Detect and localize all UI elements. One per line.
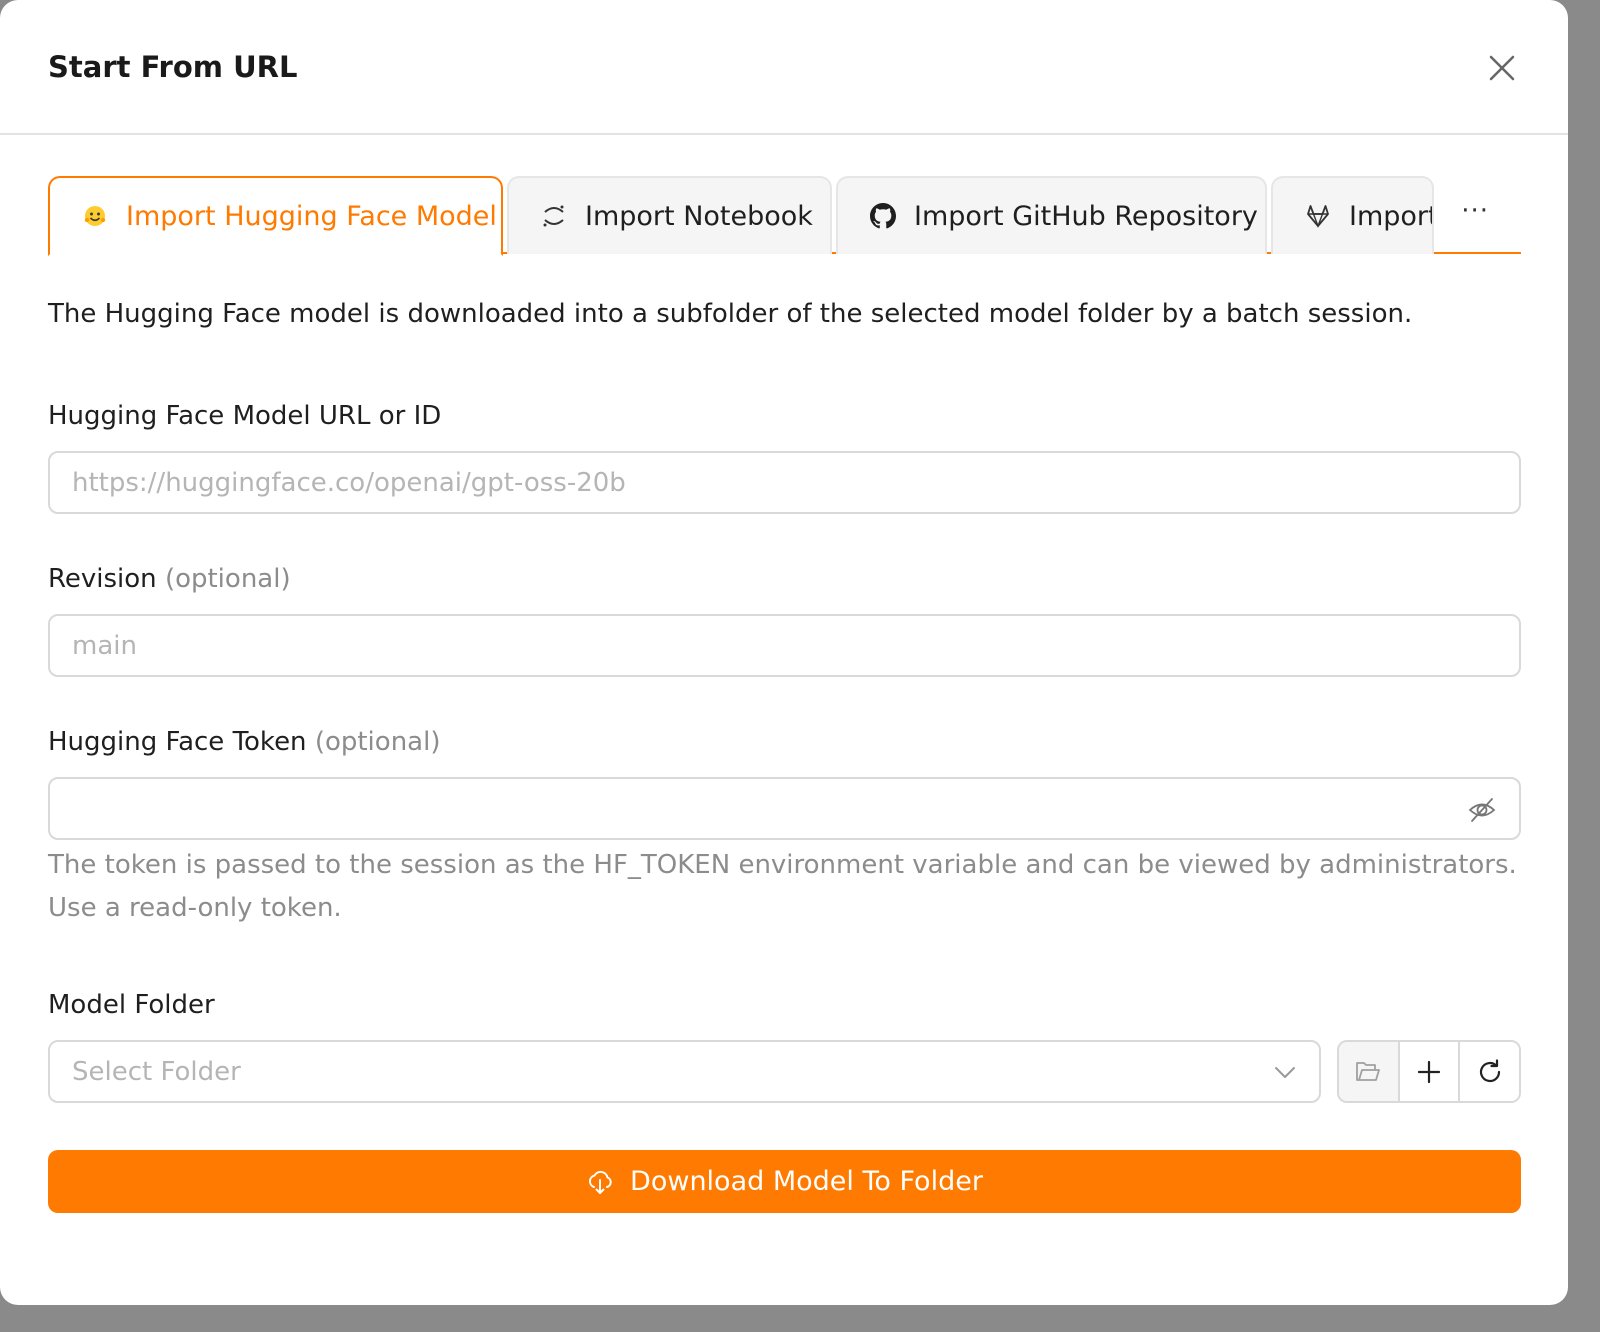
token-label: Hugging Face Token (optional): [48, 727, 1521, 757]
folder-actions: [1337, 1040, 1521, 1103]
model-folder-placeholder: Select Folder: [72, 1056, 241, 1087]
revision-label-text: Revision: [48, 564, 157, 594]
description-text: The Hugging Face model is downloaded int…: [48, 299, 1413, 329]
eye-invisible-icon[interactable]: [1467, 795, 1497, 832]
tab-label: Import Hugging Face Model: [126, 200, 497, 232]
download-model-button[interactable]: Download Model To Folder: [48, 1150, 1521, 1213]
revision-placeholder: main: [72, 630, 137, 661]
revision-label: Revision (optional): [48, 564, 1521, 594]
close-button[interactable]: [1484, 50, 1520, 86]
browse-folder-button[interactable]: [1339, 1042, 1400, 1101]
dialog-title: Start From URL: [48, 50, 298, 84]
token-input[interactable]: [48, 777, 1521, 840]
chevron-down-icon: [1273, 1060, 1297, 1091]
tab-import-github-repository[interactable]: Import GitHub Repository: [836, 176, 1267, 254]
close-icon: [1489, 55, 1515, 81]
dialog-body: Import Hugging Face Model Import Noteboo…: [48, 135, 1521, 1213]
plus-icon: [1417, 1060, 1441, 1083]
cloud-download-icon: [586, 1168, 614, 1196]
token-label-text: Hugging Face Token: [48, 727, 307, 757]
token-help-text: The token is passed to the session as th…: [48, 850, 1517, 923]
model-url-label: Hugging Face Model URL or ID: [48, 401, 1521, 431]
tab-import-gitlab[interactable]: Import: [1271, 176, 1434, 254]
dialog-header: Start From URL: [0, 0, 1568, 135]
tab-label: Import Notebook: [585, 200, 813, 232]
refresh-folders-button[interactable]: [1460, 1042, 1519, 1101]
add-folder-button[interactable]: [1399, 1042, 1461, 1101]
model-url-input[interactable]: https://huggingface.co/openai/gpt-oss-20…: [48, 451, 1521, 514]
folder-open-icon: [1356, 1061, 1381, 1081]
tab-label: Import: [1349, 200, 1434, 232]
model-folder-row: Select Folder: [48, 1040, 1521, 1103]
start-from-url-dialog: Start From URL Import Hugging Face Model…: [0, 0, 1568, 1305]
tab-import-hugging-face-model[interactable]: Import Hugging Face Model: [48, 176, 503, 256]
download-model-label: Download Model To Folder: [630, 1166, 983, 1197]
model-folder-label-text: Model Folder: [48, 990, 215, 1020]
github-icon: [870, 203, 896, 229]
model-url-label-text: Hugging Face Model URL or ID: [48, 401, 442, 431]
tab-label: Import GitHub Repository: [914, 200, 1258, 232]
jupyter-icon: [541, 203, 567, 229]
more-tabs-button[interactable]: ···: [1461, 196, 1489, 226]
tab-import-notebook[interactable]: Import Notebook: [507, 176, 832, 254]
import-tabs: Import Hugging Face Model Import Noteboo…: [48, 176, 1521, 256]
revision-input[interactable]: main: [48, 614, 1521, 677]
gitlab-icon: [1305, 203, 1331, 229]
hugging-face-icon: [82, 203, 108, 229]
token-optional: (optional): [314, 727, 441, 757]
model-url-placeholder: https://huggingface.co/openai/gpt-oss-20…: [72, 467, 626, 498]
refresh-icon: [1479, 1058, 1500, 1082]
revision-optional: (optional): [164, 564, 291, 594]
model-folder-label: Model Folder: [48, 990, 1521, 1020]
model-folder-select[interactable]: Select Folder: [48, 1040, 1321, 1103]
